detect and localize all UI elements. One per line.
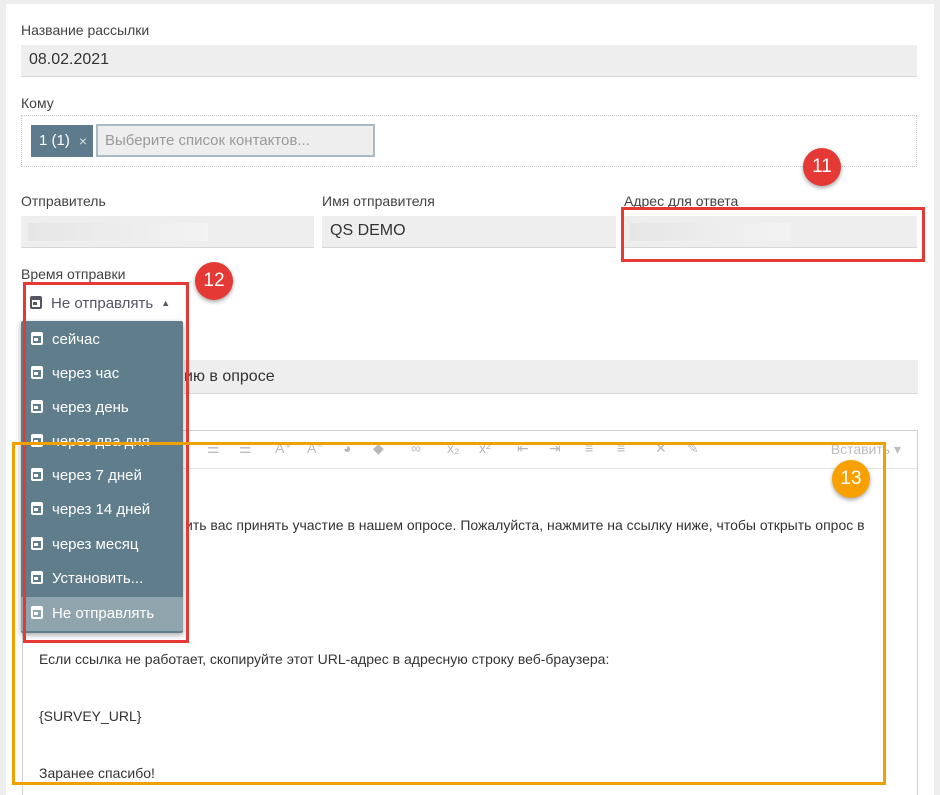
callout-badge-11: 11	[803, 148, 841, 186]
callout-badge-13: 13	[832, 460, 870, 498]
recipients-label: Кому	[21, 95, 54, 111]
sender-name-input[interactable]: QS DEMO	[322, 216, 616, 248]
sender-name-label: Имя отправителя	[322, 193, 435, 209]
campaign-name-input[interactable]: 08.02.2021	[21, 45, 917, 77]
subject-text: ию в опросе	[184, 368, 275, 385]
callout-box-11	[621, 207, 925, 262]
sender-label: Отправитель	[21, 193, 106, 209]
recipient-chip[interactable]: 1 (1) ×	[31, 125, 93, 157]
campaign-name-label: Название рассылки	[21, 22, 150, 38]
callout-box-13	[12, 442, 886, 785]
callout-badge-12: 12	[195, 262, 233, 300]
contact-list-input[interactable]: Выберите список контактов...	[96, 124, 375, 157]
recipient-chip-label: 1 (1)	[39, 132, 70, 149]
send-time-label: Время отправки	[21, 266, 126, 282]
sender-redacted	[28, 223, 208, 241]
chip-remove-icon[interactable]: ×	[79, 125, 87, 157]
subject-input[interactable]: ию в опросе	[184, 360, 918, 394]
